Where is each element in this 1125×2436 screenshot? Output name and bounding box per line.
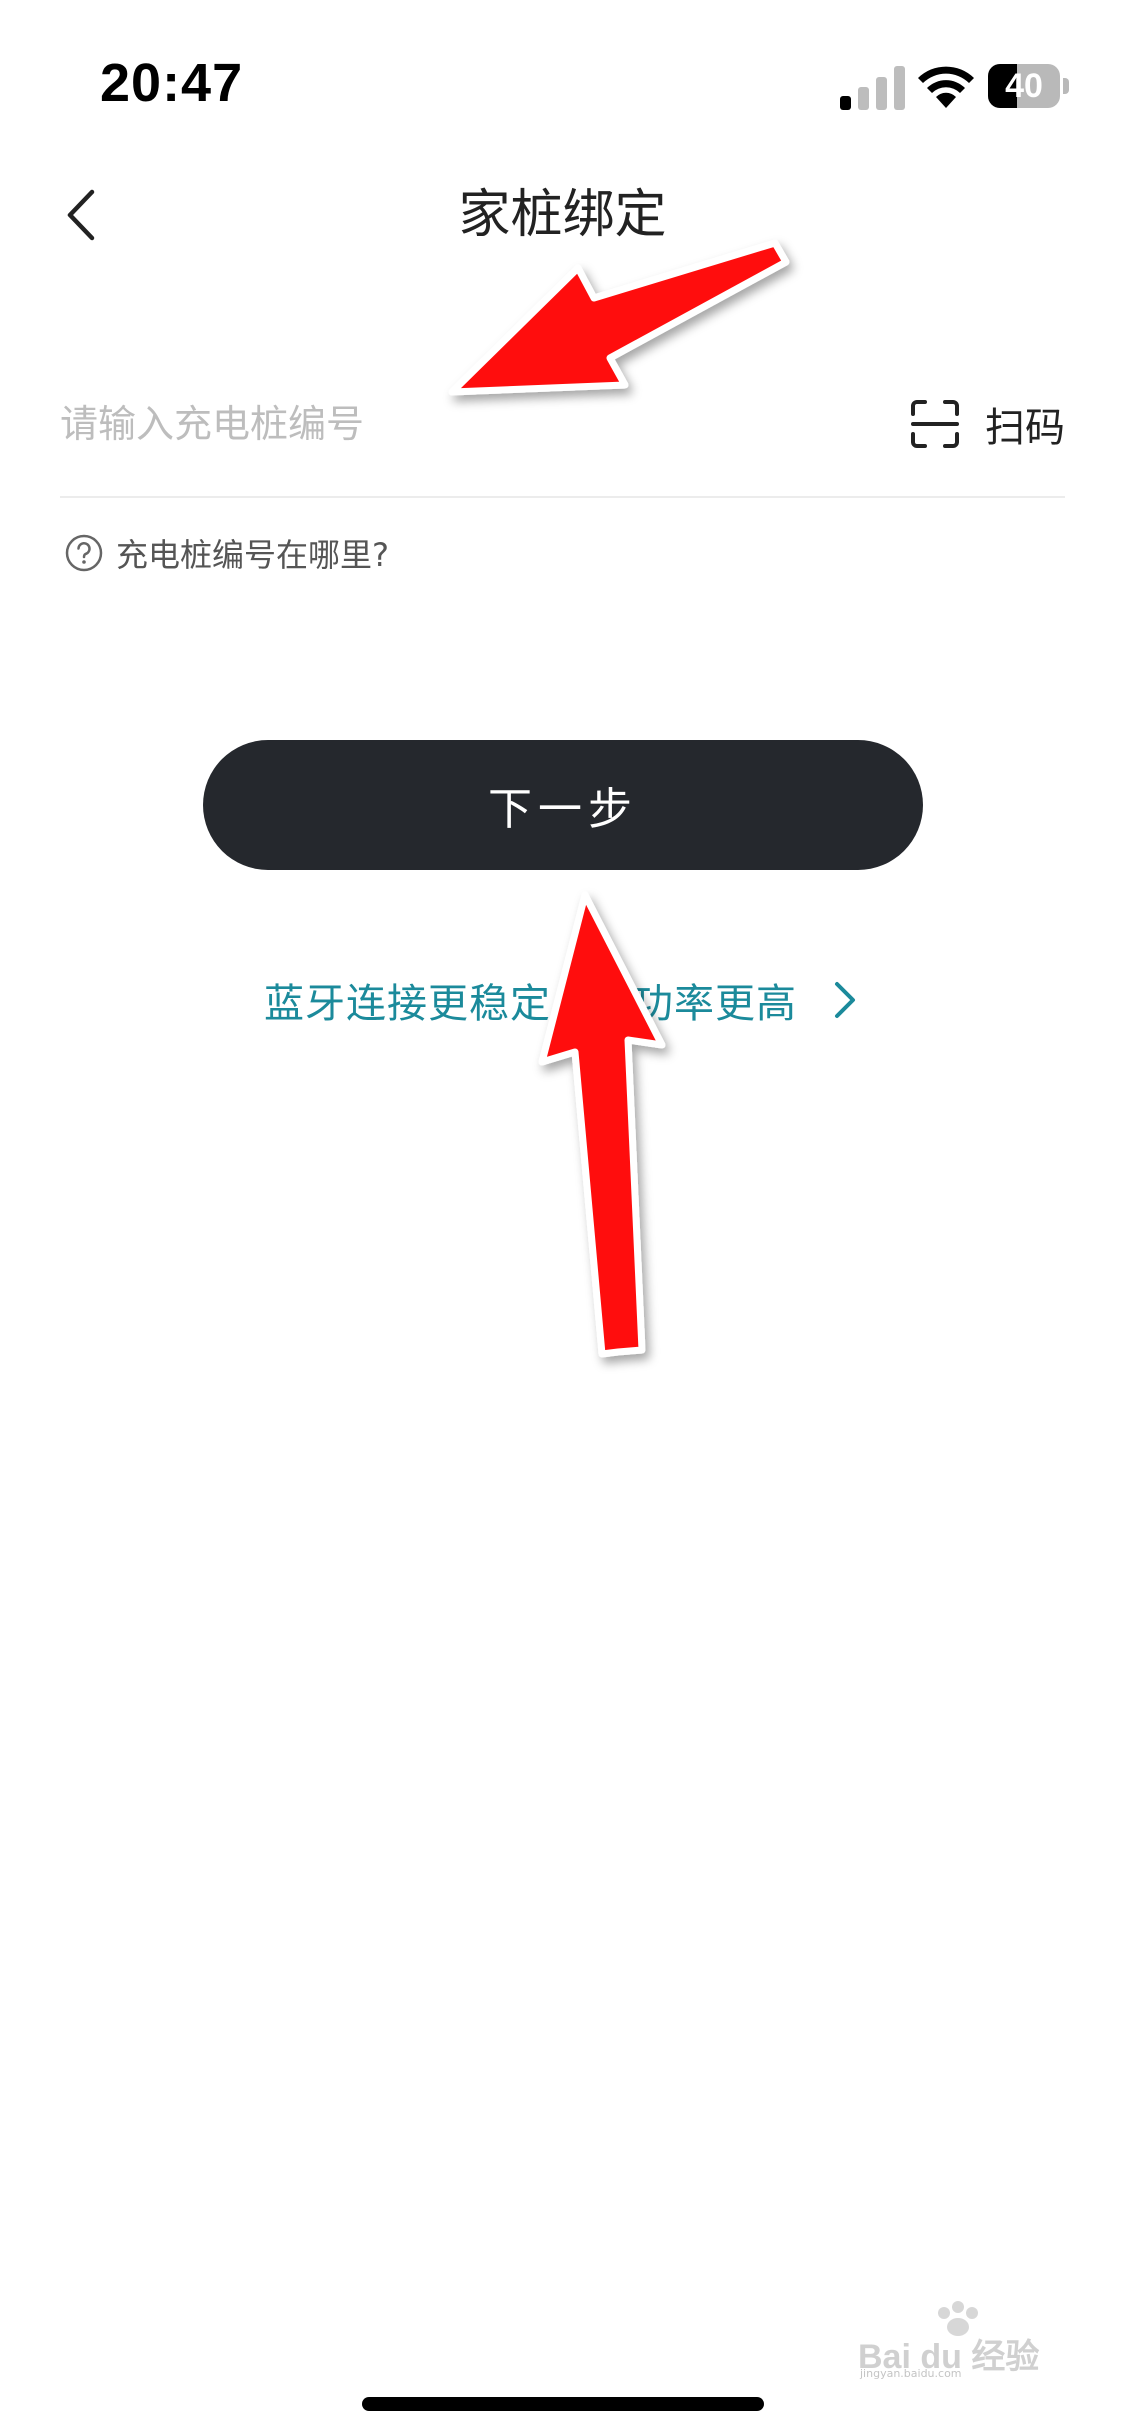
bluetooth-link-label: 蓝牙连接更稳定，成功率更高 xyxy=(264,981,797,1027)
annotation-arrows xyxy=(448,239,790,1358)
pile-number-row: 扫码 xyxy=(60,372,1065,498)
baidu-watermark: Bai du 经验 jingyan.baidu.com xyxy=(858,2301,1068,2380)
back-button[interactable] xyxy=(50,180,120,250)
arrow-to-next-button xyxy=(538,891,666,1358)
scan-label: 扫码 xyxy=(985,405,1065,451)
battery-indicator: 40 xyxy=(988,64,1070,108)
question-circle-icon xyxy=(65,534,103,572)
battery-cap xyxy=(1063,78,1069,94)
chevron-right-icon xyxy=(835,982,855,1018)
next-step-button[interactable]: 下一步 xyxy=(203,740,923,870)
scan-frame-icon xyxy=(911,400,959,448)
watermark-url: jingyan.baidu.com xyxy=(860,2367,962,2380)
cellular-signal-icon xyxy=(840,66,905,110)
home-indicator[interactable] xyxy=(362,2397,764,2411)
help-label: 充电桩编号在哪里? xyxy=(116,536,389,574)
battery-level-text: 40 xyxy=(1005,67,1043,105)
wifi-icon xyxy=(918,66,974,108)
scan-button[interactable]: 扫码 xyxy=(909,394,1065,454)
page-title: 家桩绑定 xyxy=(458,185,667,245)
nav-bar: 家桩绑定 xyxy=(0,160,1125,270)
status-bar: 20:47 40 xyxy=(0,0,1125,150)
pile-number-input[interactable] xyxy=(60,372,880,476)
status-time: 20:47 xyxy=(100,53,244,113)
battery-body: 40 xyxy=(988,64,1060,108)
bluetooth-connect-link[interactable]: 蓝牙连接更稳定，成功率更高 xyxy=(0,965,1125,1035)
chevron-left-icon xyxy=(67,189,95,241)
pile-number-help-link[interactable]: 充电桩编号在哪里? xyxy=(64,530,389,576)
